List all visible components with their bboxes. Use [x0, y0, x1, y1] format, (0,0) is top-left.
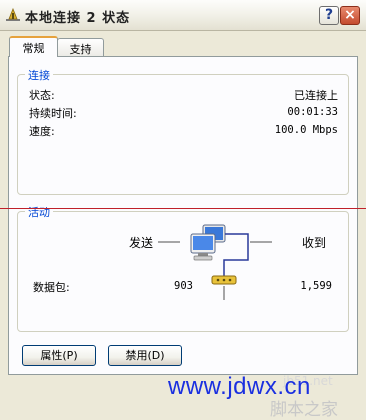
status-value: 已连接上: [294, 89, 338, 102]
duration-value: 00:01:33: [287, 106, 338, 118]
properties-button[interactable]: 属性(P): [22, 345, 96, 366]
connection-group-title: 连接: [25, 67, 53, 83]
close-button[interactable]: ×: [340, 6, 360, 25]
watermark-brand: 脚本之家: [270, 400, 338, 419]
speed-label: 速度:: [29, 125, 55, 138]
sent-label: 发送: [129, 236, 154, 250]
received-label: 收到: [302, 236, 327, 250]
packets-sent-value: 903: [174, 280, 193, 292]
speed-value: 100.0 Mbps: [274, 124, 338, 136]
network-connection-icon: [6, 7, 20, 21]
title-bar[interactable]: 本地连接 2 状态 ? ×: [0, 0, 366, 31]
tab-general[interactable]: 常规: [9, 36, 58, 57]
packets-received-value: 1,599: [300, 280, 332, 292]
tab-panel-general: 连接 状态: 已连接上 持续时间: 00:01:33 速度: 100.0 Mbp…: [8, 56, 358, 375]
status-label: 状态:: [29, 89, 55, 102]
packets-label: 数据包:: [33, 281, 70, 294]
help-button[interactable]: ?: [319, 6, 339, 25]
activity-group-title: 活动: [25, 204, 53, 220]
window-title: 本地连接 2 状态: [25, 11, 131, 26]
duration-label: 持续时间:: [29, 107, 77, 120]
disable-button[interactable]: 禁用(D): [108, 345, 182, 366]
connection-group: 连接 状态: 已连接上 持续时间: 00:01:33 速度: 100.0 Mbp…: [17, 67, 349, 195]
red-divider-line: [0, 208, 366, 209]
tab-support[interactable]: 支持: [57, 38, 104, 56]
activity-group: 活动 发送 收到 数据包: 903 1,599: [17, 204, 349, 332]
